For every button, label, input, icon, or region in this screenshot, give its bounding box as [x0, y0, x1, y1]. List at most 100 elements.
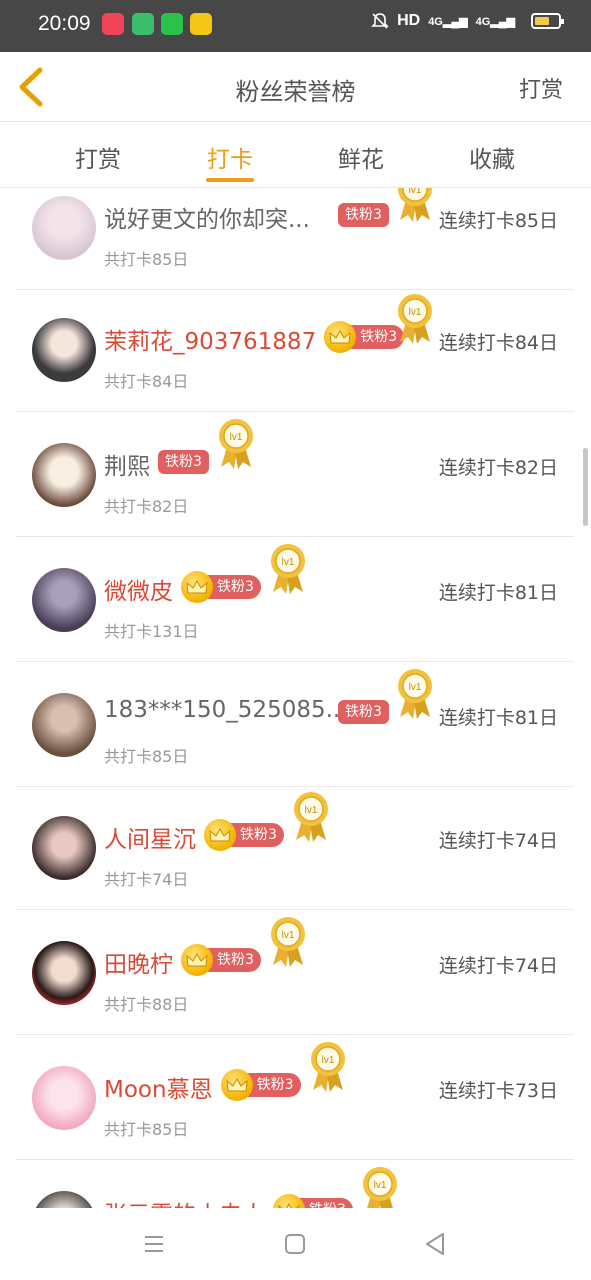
- fan-level-badge: 铁粉3: [324, 321, 405, 353]
- back-triangle-icon: [426, 1233, 444, 1255]
- fan-row[interactable]: Moon慕恩 铁粉3 lv1 共打卡85日 连续打卡73日: [16, 1036, 574, 1160]
- streak-checkin: 连续打卡84日: [438, 332, 558, 354]
- svg-text:lv1: lv1: [282, 930, 295, 941]
- svg-text:lv1: lv1: [374, 1180, 387, 1191]
- fan-level-badge: 铁粉3: [181, 571, 261, 603]
- medal-lv1-icon: lv1: [292, 790, 330, 842]
- fan-name: 张元需的小夫人: [104, 1195, 265, 1208]
- medal-lv1-icon: lv1: [396, 188, 434, 222]
- total-checkin: 共打卡85日: [104, 250, 189, 269]
- total-checkin: 共打卡88日: [104, 995, 189, 1014]
- signal-icon-1: 4G▂▄▆: [428, 15, 468, 28]
- svg-text:lv1: lv1: [305, 805, 318, 816]
- fan-level-badge: 铁粉3: [273, 1194, 353, 1208]
- total-checkin: 共打卡85日: [104, 747, 189, 766]
- avatar[interactable]: [32, 816, 96, 880]
- streak-checkin: 连续打卡74日: [438, 830, 558, 852]
- system-nav-bar: [0, 1208, 591, 1280]
- fan-row[interactable]: 张元需的小夫人铁粉3 lv1: [16, 1161, 574, 1208]
- page-header: 粉丝荣誉榜 打赏: [0, 52, 591, 122]
- crown-icon: [181, 944, 213, 976]
- avatar[interactable]: [32, 443, 96, 507]
- hd-label: HD: [397, 12, 421, 29]
- fan-row[interactable]: 人间星沉 铁粉3 lv1 共打卡74日 连续打卡74日: [16, 786, 574, 910]
- crown-icon: [273, 1194, 305, 1208]
- fan-row[interactable]: 183***150_525085... 铁粉3 lv1 共打卡85日 连续打卡81日: [16, 663, 574, 787]
- avatar[interactable]: [32, 941, 96, 1005]
- app-icon-green: [132, 13, 154, 35]
- fan-level-label: 铁粉3: [338, 700, 389, 724]
- avatar[interactable]: [32, 1191, 96, 1208]
- crown-icon: [204, 819, 236, 851]
- mute-bell-icon: [371, 13, 390, 29]
- battery-icon: [531, 13, 564, 29]
- crown-icon: [220, 1069, 253, 1101]
- fan-name: 田晚柠: [104, 952, 173, 978]
- total-checkin: 共打卡131日: [104, 622, 199, 641]
- tab-bar: 打赏 打卡 鲜花 收藏: [0, 122, 591, 188]
- fan-name: Moon慕恩: [104, 1077, 213, 1103]
- avatar[interactable]: [32, 693, 96, 757]
- medal-lv1-icon: lv1: [361, 1165, 399, 1208]
- fan-level-label: 铁粉3: [338, 203, 389, 227]
- page-title: 粉丝荣誉榜: [235, 78, 356, 106]
- svg-text:lv1: lv1: [282, 557, 295, 568]
- streak-checkin: 连续打卡81日: [438, 582, 558, 604]
- fan-row[interactable]: 茉莉花_903761887 铁粉3 lv1 共打卡84日 连续打卡84日: [16, 288, 574, 412]
- medal-lv1-icon: lv1: [269, 542, 307, 594]
- streak-checkin: 连续打卡82日: [438, 457, 558, 479]
- fan-name: 说好更文的你却突...: [104, 207, 310, 233]
- fan-level-badge: 铁粉3: [338, 202, 389, 228]
- app-icon-iqiyi: [161, 13, 183, 35]
- tab-checkin[interactable]: 打卡: [180, 140, 280, 174]
- medal-lv1-icon: lv1: [396, 667, 434, 719]
- back-nav-button[interactable]: [418, 1226, 454, 1262]
- fan-level-badge: 铁粉3: [338, 699, 389, 725]
- crown-icon: [324, 321, 357, 353]
- fan-row[interactable]: 说好更文的你却突... 铁粉3 lv1 共打卡85日 连续打卡85日: [16, 188, 574, 290]
- medal-lv1-icon: lv1: [396, 292, 434, 344]
- fan-level-badge: 铁粉3: [158, 449, 209, 475]
- status-bar: 20:09 HD 4G▂▄▆ 4G▂▄▆: [0, 0, 591, 52]
- medal-lv1-icon: lv1: [269, 915, 307, 967]
- fan-list[interactable]: 说好更文的你却突... 铁粉3 lv1 共打卡85日 连续打卡85日 茉莉花_903761…: [0, 188, 591, 1208]
- status-right: HD 4G▂▄▆ 4G▂▄▆: [371, 12, 564, 30]
- svg-text:lv1: lv1: [321, 1055, 334, 1066]
- app-icon-video: [102, 13, 124, 35]
- fan-name: 荆熙: [104, 454, 150, 480]
- avatar[interactable]: [32, 318, 96, 382]
- fan-name: 人间星沉: [104, 827, 196, 853]
- streak-checkin: 连续打卡85日: [438, 210, 558, 232]
- reward-button[interactable]: 打赏: [519, 72, 563, 104]
- avatar[interactable]: [32, 568, 96, 632]
- crown-icon: [181, 571, 213, 603]
- scrollbar[interactable]: [583, 448, 588, 526]
- fan-level-label: 铁粉3: [158, 450, 209, 474]
- streak-checkin: 连续打卡81日: [438, 707, 558, 729]
- total-checkin: 共打卡85日: [104, 1120, 189, 1139]
- active-tab-indicator: [206, 178, 254, 182]
- tab-reward[interactable]: 打赏: [48, 140, 148, 174]
- avatar[interactable]: [32, 1066, 96, 1130]
- signal-icon-2: 4G▂▄▆: [475, 15, 515, 28]
- total-checkin: 共打卡82日: [104, 497, 189, 516]
- fan-name: 微微皮: [104, 579, 173, 605]
- menu-icon: [145, 1236, 163, 1252]
- medal-lv1-icon: lv1: [309, 1040, 347, 1092]
- fan-row[interactable]: 田晚柠 铁粉3 lv1 共打卡88日 连续打卡74日: [16, 911, 574, 1035]
- fan-row[interactable]: 微微皮 铁粉3 lv1 共打卡131日 连续打卡81日: [16, 538, 574, 662]
- status-time: 20:09: [38, 12, 91, 35]
- medal-lv1-icon: lv1: [217, 417, 255, 469]
- tab-flowers[interactable]: 鲜花: [311, 140, 411, 174]
- home-square-icon: [285, 1234, 305, 1254]
- total-checkin: 共打卡84日: [104, 372, 189, 391]
- fan-level-badge: 铁粉3: [220, 1069, 301, 1101]
- avatar[interactable]: [32, 196, 96, 260]
- home-button[interactable]: [277, 1226, 313, 1262]
- tab-favorites[interactable]: 收藏: [442, 140, 542, 174]
- svg-text:lv1: lv1: [230, 432, 243, 443]
- fan-row[interactable]: 荆熙 铁粉3 lv1 共打卡82日 连续打卡82日: [16, 413, 574, 537]
- app-icon-yellow: [190, 13, 212, 35]
- streak-checkin: 连续打卡73日: [438, 1080, 558, 1102]
- menu-button[interactable]: [136, 1226, 172, 1262]
